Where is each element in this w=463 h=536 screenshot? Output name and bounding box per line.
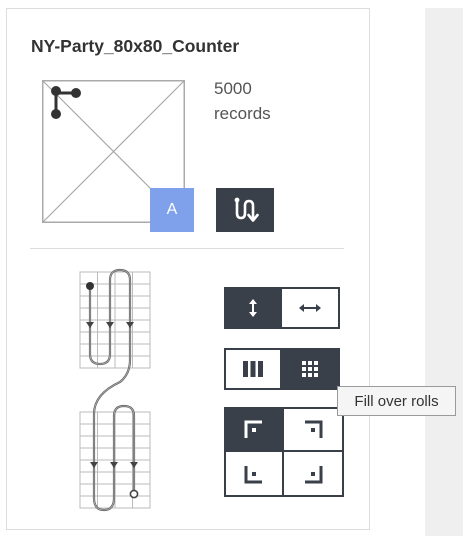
fill-grid-icon bbox=[302, 361, 318, 377]
divider bbox=[30, 248, 344, 249]
fill-mode-toggle-group bbox=[224, 348, 340, 390]
corner-bottom-right-button[interactable] bbox=[284, 452, 344, 497]
fill-columns-button[interactable] bbox=[224, 348, 282, 390]
corner-bottom-right-icon bbox=[305, 465, 323, 483]
fill-columns-icon bbox=[243, 361, 263, 377]
corner-bottom-left-icon bbox=[244, 465, 262, 483]
record-count-value: 5000 bbox=[214, 79, 252, 98]
record-count: 5000 records bbox=[214, 76, 304, 126]
horizontal-arrows-icon bbox=[299, 304, 321, 312]
direction-toggle-group bbox=[224, 287, 340, 329]
corner-top-right-icon bbox=[305, 420, 323, 438]
label-title: NY-Party_80x80_Counter bbox=[31, 36, 240, 56]
fill-over-rolls-button[interactable] bbox=[282, 348, 340, 390]
layout-badge[interactable]: A bbox=[150, 188, 194, 232]
corner-top-left-icon bbox=[244, 420, 262, 438]
start-corner-selector bbox=[224, 407, 344, 497]
vertical-arrows-icon bbox=[249, 299, 257, 317]
corner-bottom-left-button[interactable] bbox=[224, 452, 284, 497]
record-count-label: records bbox=[214, 104, 271, 123]
side-panel bbox=[425, 8, 463, 536]
corner-top-left-button[interactable] bbox=[224, 407, 284, 452]
horizontal-direction-button[interactable] bbox=[282, 287, 340, 329]
route-direction-button[interactable] bbox=[216, 188, 274, 232]
corner-top-right-button[interactable] bbox=[284, 407, 344, 452]
vertical-direction-button[interactable] bbox=[224, 287, 282, 329]
route-direction-icon bbox=[234, 197, 259, 222]
tooltip: Fill over rolls bbox=[337, 386, 456, 416]
fill-path-diagram bbox=[79, 268, 151, 512]
